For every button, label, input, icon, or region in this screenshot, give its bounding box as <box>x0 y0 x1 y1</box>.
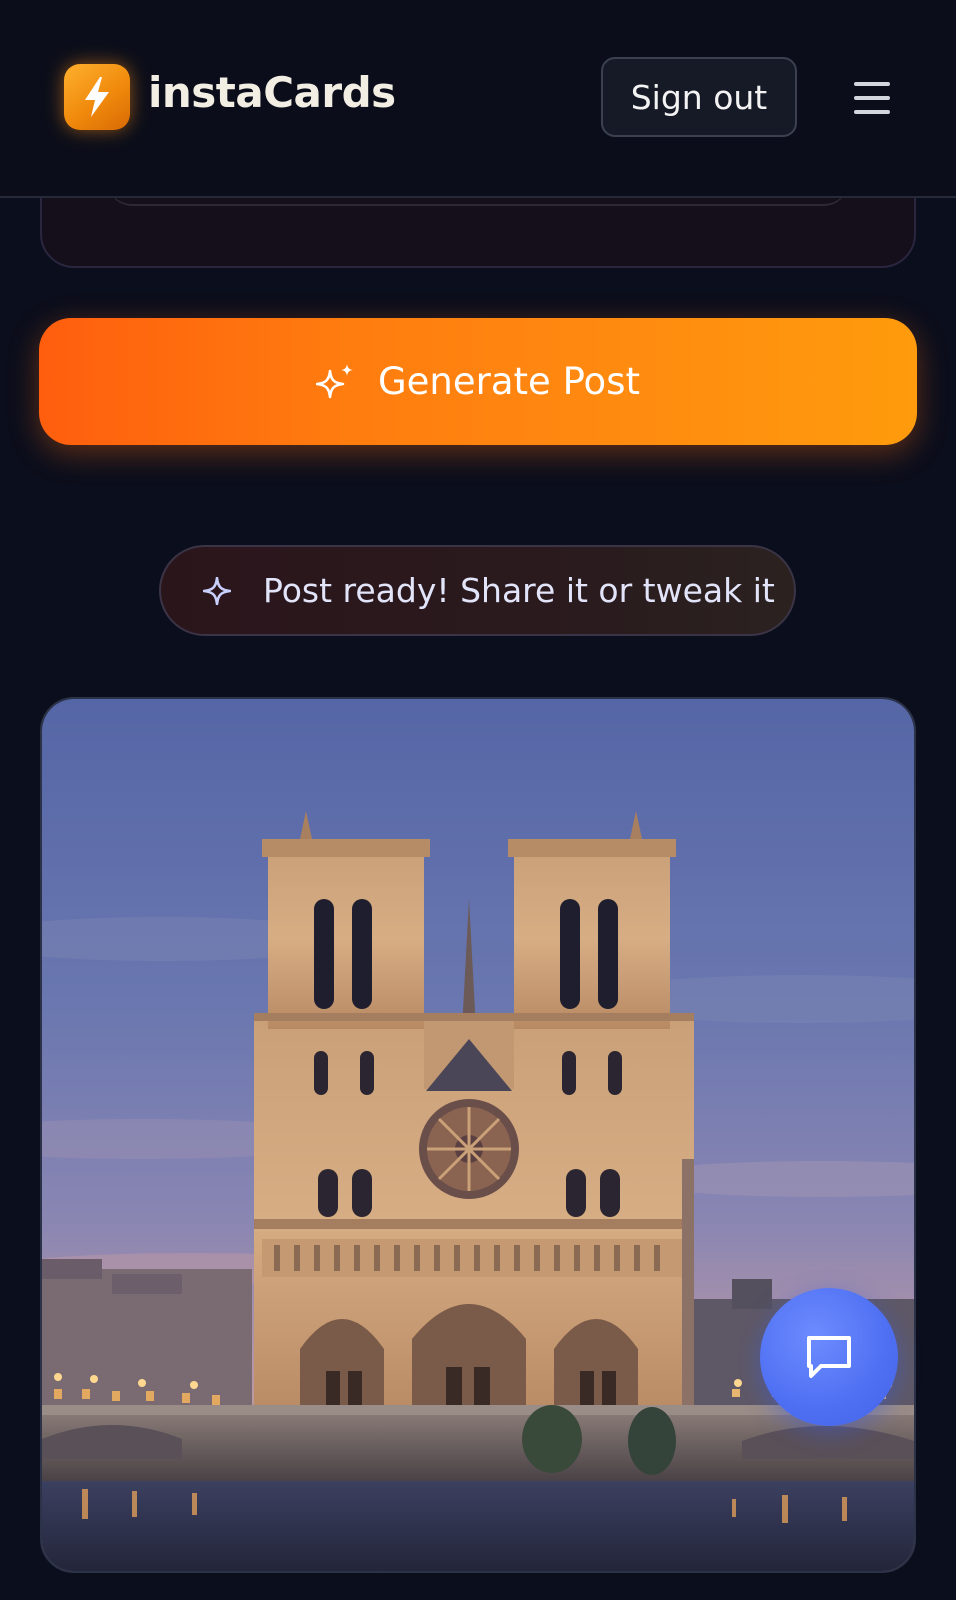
chat-bubble-icon <box>803 1332 855 1382</box>
cathedral-photo <box>42 699 914 1571</box>
hamburger-menu-icon[interactable] <box>852 80 892 116</box>
status-badge: Post ready! Share it or tweak it <box>159 545 796 636</box>
status-message: Post ready! Share it or tweak it <box>263 571 775 610</box>
sparkle-icon <box>203 576 231 605</box>
generated-image-card[interactable] <box>40 697 916 1573</box>
app-header: instaCards Sign out <box>0 0 956 198</box>
sign-out-button[interactable]: Sign out <box>601 57 797 137</box>
lightning-bolt-icon <box>64 64 130 130</box>
generate-post-button[interactable]: Generate Post <box>39 318 917 445</box>
sparkles-icon <box>316 363 356 401</box>
chat-button[interactable] <box>760 1288 898 1426</box>
generate-post-label: Generate Post <box>378 360 640 403</box>
brand-name: instaCards <box>148 68 396 117</box>
